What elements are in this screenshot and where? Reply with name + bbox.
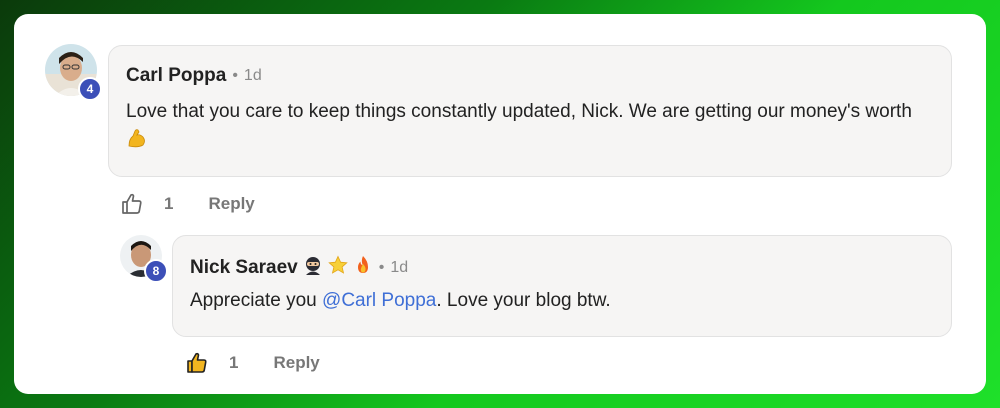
separator-dot: • [378,258,385,276]
star-icon [327,255,348,280]
reply-button[interactable]: Reply [208,194,254,214]
comment-text: Love that you care to keep things consta… [126,101,912,122]
comment-bubble: Carl Poppa • 1d Love that you care to ke… [108,45,952,177]
comment-author[interactable]: Nick Saraev [190,257,298,279]
comment-time[interactable]: 1d [244,67,262,85]
ninja-icon [303,255,323,280]
flexed-biceps-icon [126,127,148,159]
like-count: 1 [164,194,174,213]
comment-time[interactable]: 1d [390,259,408,277]
reply-bubble: Nick Saraev • 1d Appreciate you @Carl Po… [172,235,952,337]
comment-text-tail: . Love your blog btw. [436,290,611,311]
like-icon[interactable] [185,351,209,375]
like-count: 1 [229,353,239,372]
level-badge: 8 [144,259,168,283]
comment-text: Appreciate you [190,290,323,311]
avatar-carl[interactable]: 4 [45,44,102,101]
mention-link[interactable]: @Carl Poppa [322,290,436,311]
like-icon[interactable] [120,192,144,216]
level-badge: 4 [78,77,102,101]
separator-dot: • [232,67,238,84]
fire-icon [353,255,373,280]
avatar-nick[interactable]: 8 [120,235,168,283]
comment-author[interactable]: Carl Poppa [126,65,226,87]
comment-thread: 4 Carl Poppa • 1d Love that you care to … [14,14,986,394]
reply-button[interactable]: Reply [273,353,319,373]
